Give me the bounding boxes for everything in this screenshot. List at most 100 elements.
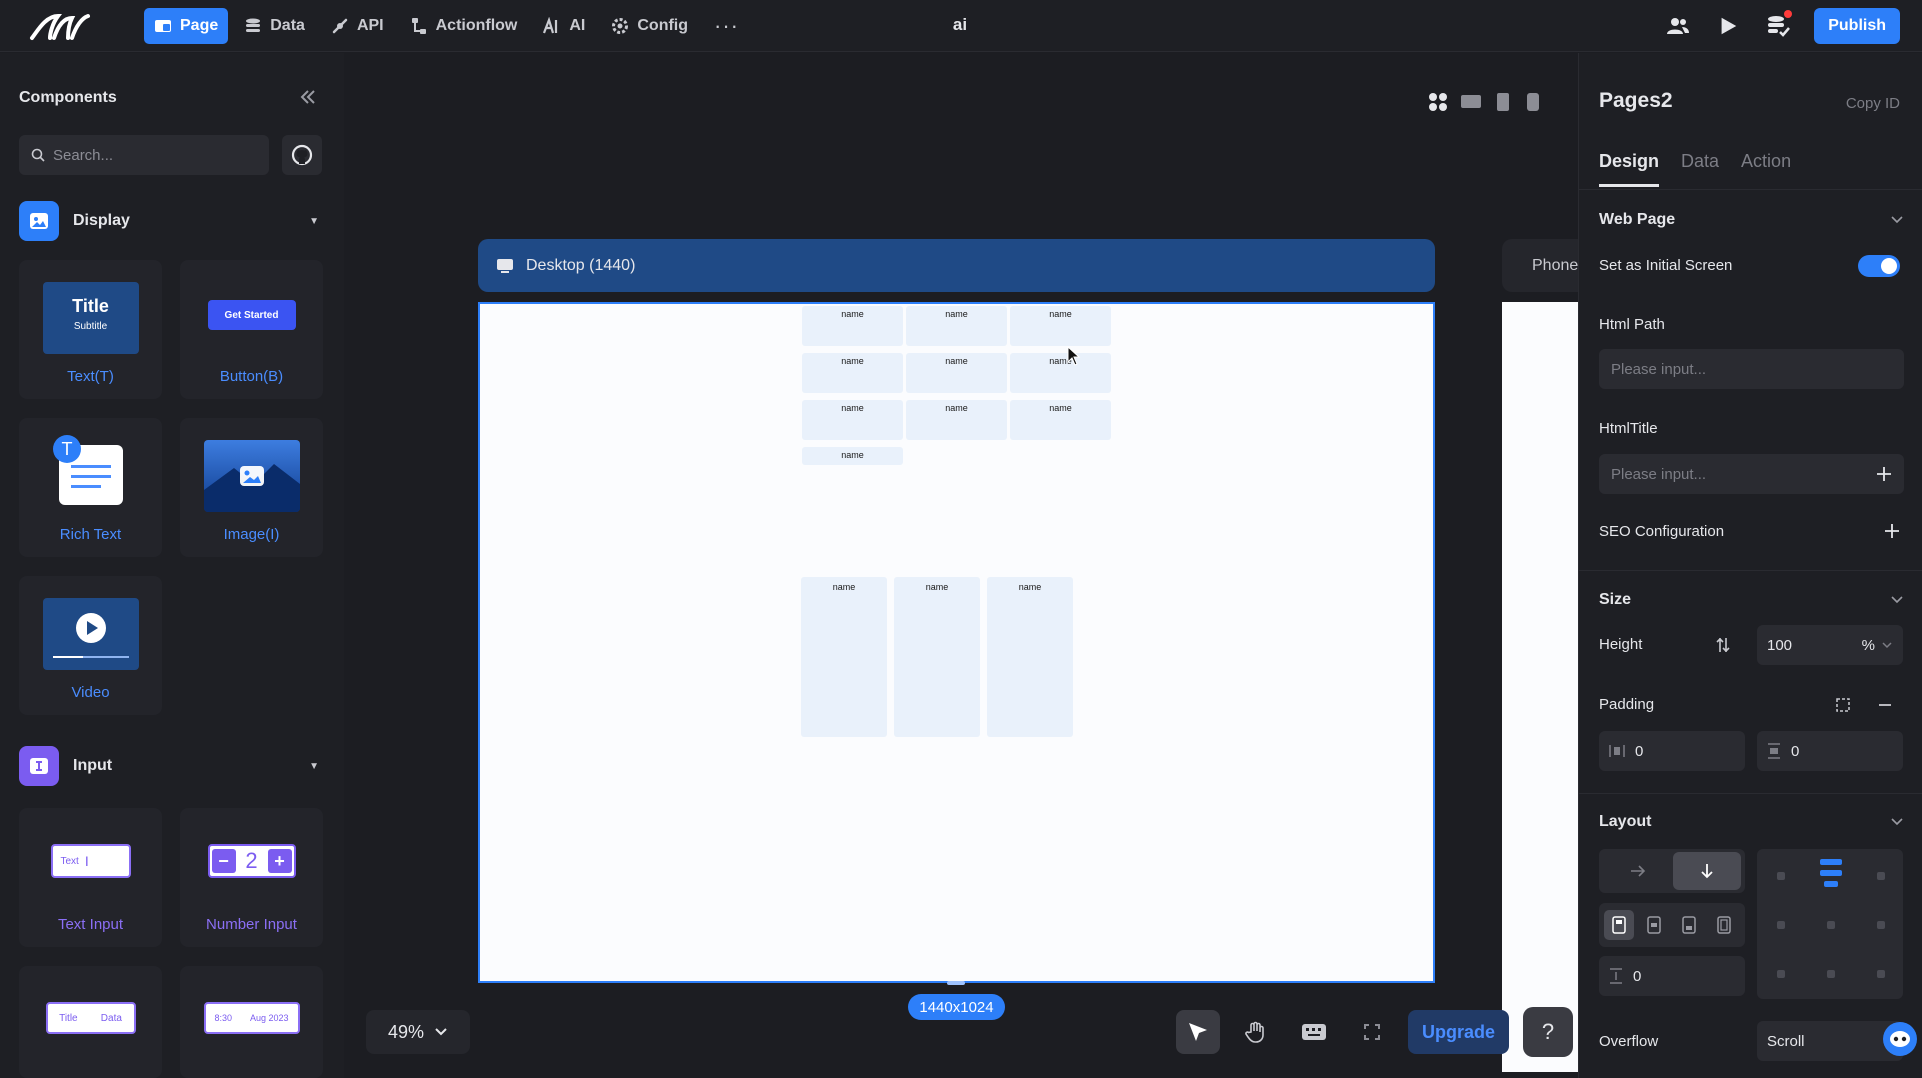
padding-individual-icon[interactable]	[1835, 697, 1851, 713]
nav-api[interactable]: API	[321, 8, 394, 44]
fit-screen-button[interactable]	[1350, 1010, 1394, 1054]
grid-dot[interactable]	[1777, 921, 1785, 929]
grid-cell[interactable]: name	[802, 353, 903, 393]
align-start-icon	[1612, 916, 1626, 934]
grid-cell[interactable]: name	[802, 306, 903, 346]
help-button[interactable]: ?	[1523, 1007, 1574, 1057]
overflow-select[interactable]: Scroll	[1757, 1021, 1903, 1061]
select-tool-button[interactable]	[1176, 1010, 1220, 1054]
layout-section-header[interactable]: Layout	[1599, 810, 1904, 834]
panel-title: Components	[19, 89, 117, 106]
direction-column-button[interactable]	[1673, 852, 1741, 890]
component-select[interactable]: Title Data	[19, 966, 162, 1078]
component-image[interactable]: Image(I)	[180, 418, 323, 557]
grid-dot[interactable]	[1777, 872, 1785, 880]
more-menu-icon[interactable]: ···	[704, 13, 749, 39]
tab-design[interactable]: Design	[1599, 151, 1660, 187]
publish-status-icon[interactable]	[1764, 10, 1793, 40]
height-unit[interactable]: %	[1862, 637, 1875, 654]
alignment-active-icon[interactable]	[1820, 859, 1842, 891]
nav-actionflow[interactable]: Actionflow	[400, 8, 528, 44]
grid-cell[interactable]: name	[906, 306, 1007, 346]
grid-dot[interactable]	[1777, 970, 1785, 978]
grid-cell[interactable]: name	[1010, 353, 1111, 393]
nav-config[interactable]: Config	[601, 8, 698, 44]
web-page-section-header[interactable]: Web Page	[1599, 208, 1904, 232]
height-mode-icon[interactable]	[1714, 636, 1732, 654]
component-number-input[interactable]: − 2 + Number Input	[180, 808, 323, 947]
nav-data[interactable]: Data	[234, 8, 315, 44]
component-text[interactable]: Title Subtitle Text(T)	[19, 260, 162, 399]
column-cell[interactable]: name	[987, 577, 1073, 737]
section-title: Size	[1599, 591, 1632, 608]
grid-cell[interactable]: name	[1010, 400, 1111, 440]
input-section-header[interactable]: Input ▼	[19, 746, 319, 786]
search-input[interactable]: Search...	[19, 135, 269, 175]
grid-dot[interactable]	[1827, 921, 1835, 929]
grid-cell[interactable]: name	[906, 353, 1007, 393]
desktop-frame[interactable]: name name name name name name name name …	[478, 302, 1435, 983]
preview-play-icon[interactable]	[1714, 12, 1742, 40]
desktop-view-icon[interactable]	[1460, 92, 1482, 112]
tab-action[interactable]: Action	[1741, 151, 1791, 187]
component-text-input[interactable]: Text I Text Input	[19, 808, 162, 947]
nav-page[interactable]: Page	[144, 8, 229, 44]
seo-add-icon[interactable]	[1884, 523, 1900, 539]
assistant-bot-icon[interactable]	[1883, 1022, 1917, 1056]
html-path-input[interactable]: Please input...	[1599, 349, 1904, 389]
height-input[interactable]: 100 %	[1757, 625, 1903, 665]
grid-dot[interactable]	[1877, 921, 1885, 929]
align-center-button[interactable]	[1639, 910, 1669, 940]
collapse-panel-icon[interactable]	[298, 87, 318, 107]
app-logo-icon[interactable]	[28, 8, 92, 44]
grid-dot[interactable]	[1877, 872, 1885, 880]
tablet-view-icon[interactable]	[1494, 92, 1512, 112]
align-end-button[interactable]	[1674, 910, 1704, 940]
upgrade-button[interactable]: Upgrade	[1408, 1010, 1510, 1054]
zoom-control[interactable]: 49%	[366, 1010, 470, 1054]
align-stretch-button[interactable]	[1709, 910, 1739, 940]
resize-handle[interactable]	[947, 981, 965, 985]
gap-input[interactable]: 0	[1599, 956, 1745, 996]
desktop-frame-header[interactable]: Desktop (1440)	[478, 239, 1435, 292]
grid-cell[interactable]: name	[906, 400, 1007, 440]
tab-data[interactable]: Data	[1681, 151, 1719, 187]
padding-vertical-input[interactable]: 0	[1757, 731, 1903, 771]
align-start-button[interactable]	[1604, 910, 1634, 940]
column-cell[interactable]: name	[894, 577, 980, 737]
grid-dot[interactable]	[1877, 970, 1885, 978]
minus-icon[interactable]	[1877, 697, 1893, 713]
component-rich-text[interactable]: T Rich Text	[19, 418, 162, 557]
copy-id-button[interactable]: Copy ID	[1846, 95, 1900, 112]
phone-view-icon[interactable]	[1524, 92, 1542, 112]
hand-tool-button[interactable]	[1234, 1010, 1278, 1054]
mouse-cursor-icon	[1067, 346, 1081, 366]
padding-horizontal-input[interactable]: 0	[1599, 731, 1745, 771]
grid-view-icon[interactable]	[1428, 92, 1448, 112]
arrow-down-icon	[1701, 864, 1713, 879]
initial-screen-toggle[interactable]	[1858, 255, 1900, 277]
html-title-input[interactable]: Please input...	[1599, 454, 1904, 494]
collaborators-icon[interactable]	[1664, 12, 1692, 40]
direction-row-button[interactable]	[1604, 852, 1672, 890]
nav-ai[interactable]: AI	[533, 8, 595, 44]
size-section-header[interactable]: Size	[1599, 588, 1904, 612]
display-section-header[interactable]: Display ▼	[19, 201, 319, 241]
component-date-picker[interactable]: 8:30 Aug 2023	[180, 966, 323, 1078]
phone-frame[interactable]	[1502, 302, 1578, 1072]
keyboard-shortcuts-button[interactable]	[1292, 1010, 1336, 1054]
component-button[interactable]: Get Started Button(B)	[180, 260, 323, 399]
column-cell[interactable]: name	[801, 577, 887, 737]
phone-frame-header[interactable]: Phone	[1502, 239, 1578, 292]
gear-icon	[612, 18, 629, 34]
plus-icon[interactable]	[1876, 466, 1892, 482]
grid-cell[interactable]: name	[802, 400, 903, 440]
grid-dot[interactable]	[1827, 970, 1835, 978]
alignment-grid[interactable]	[1757, 849, 1903, 999]
github-button[interactable]	[282, 135, 322, 175]
grid-cell[interactable]: name	[802, 447, 903, 465]
publish-button[interactable]: Publish	[1814, 8, 1900, 44]
grid-cell[interactable]: name	[1010, 306, 1111, 346]
project-name[interactable]: ai	[940, 15, 980, 35]
component-video[interactable]: Video	[19, 576, 162, 715]
